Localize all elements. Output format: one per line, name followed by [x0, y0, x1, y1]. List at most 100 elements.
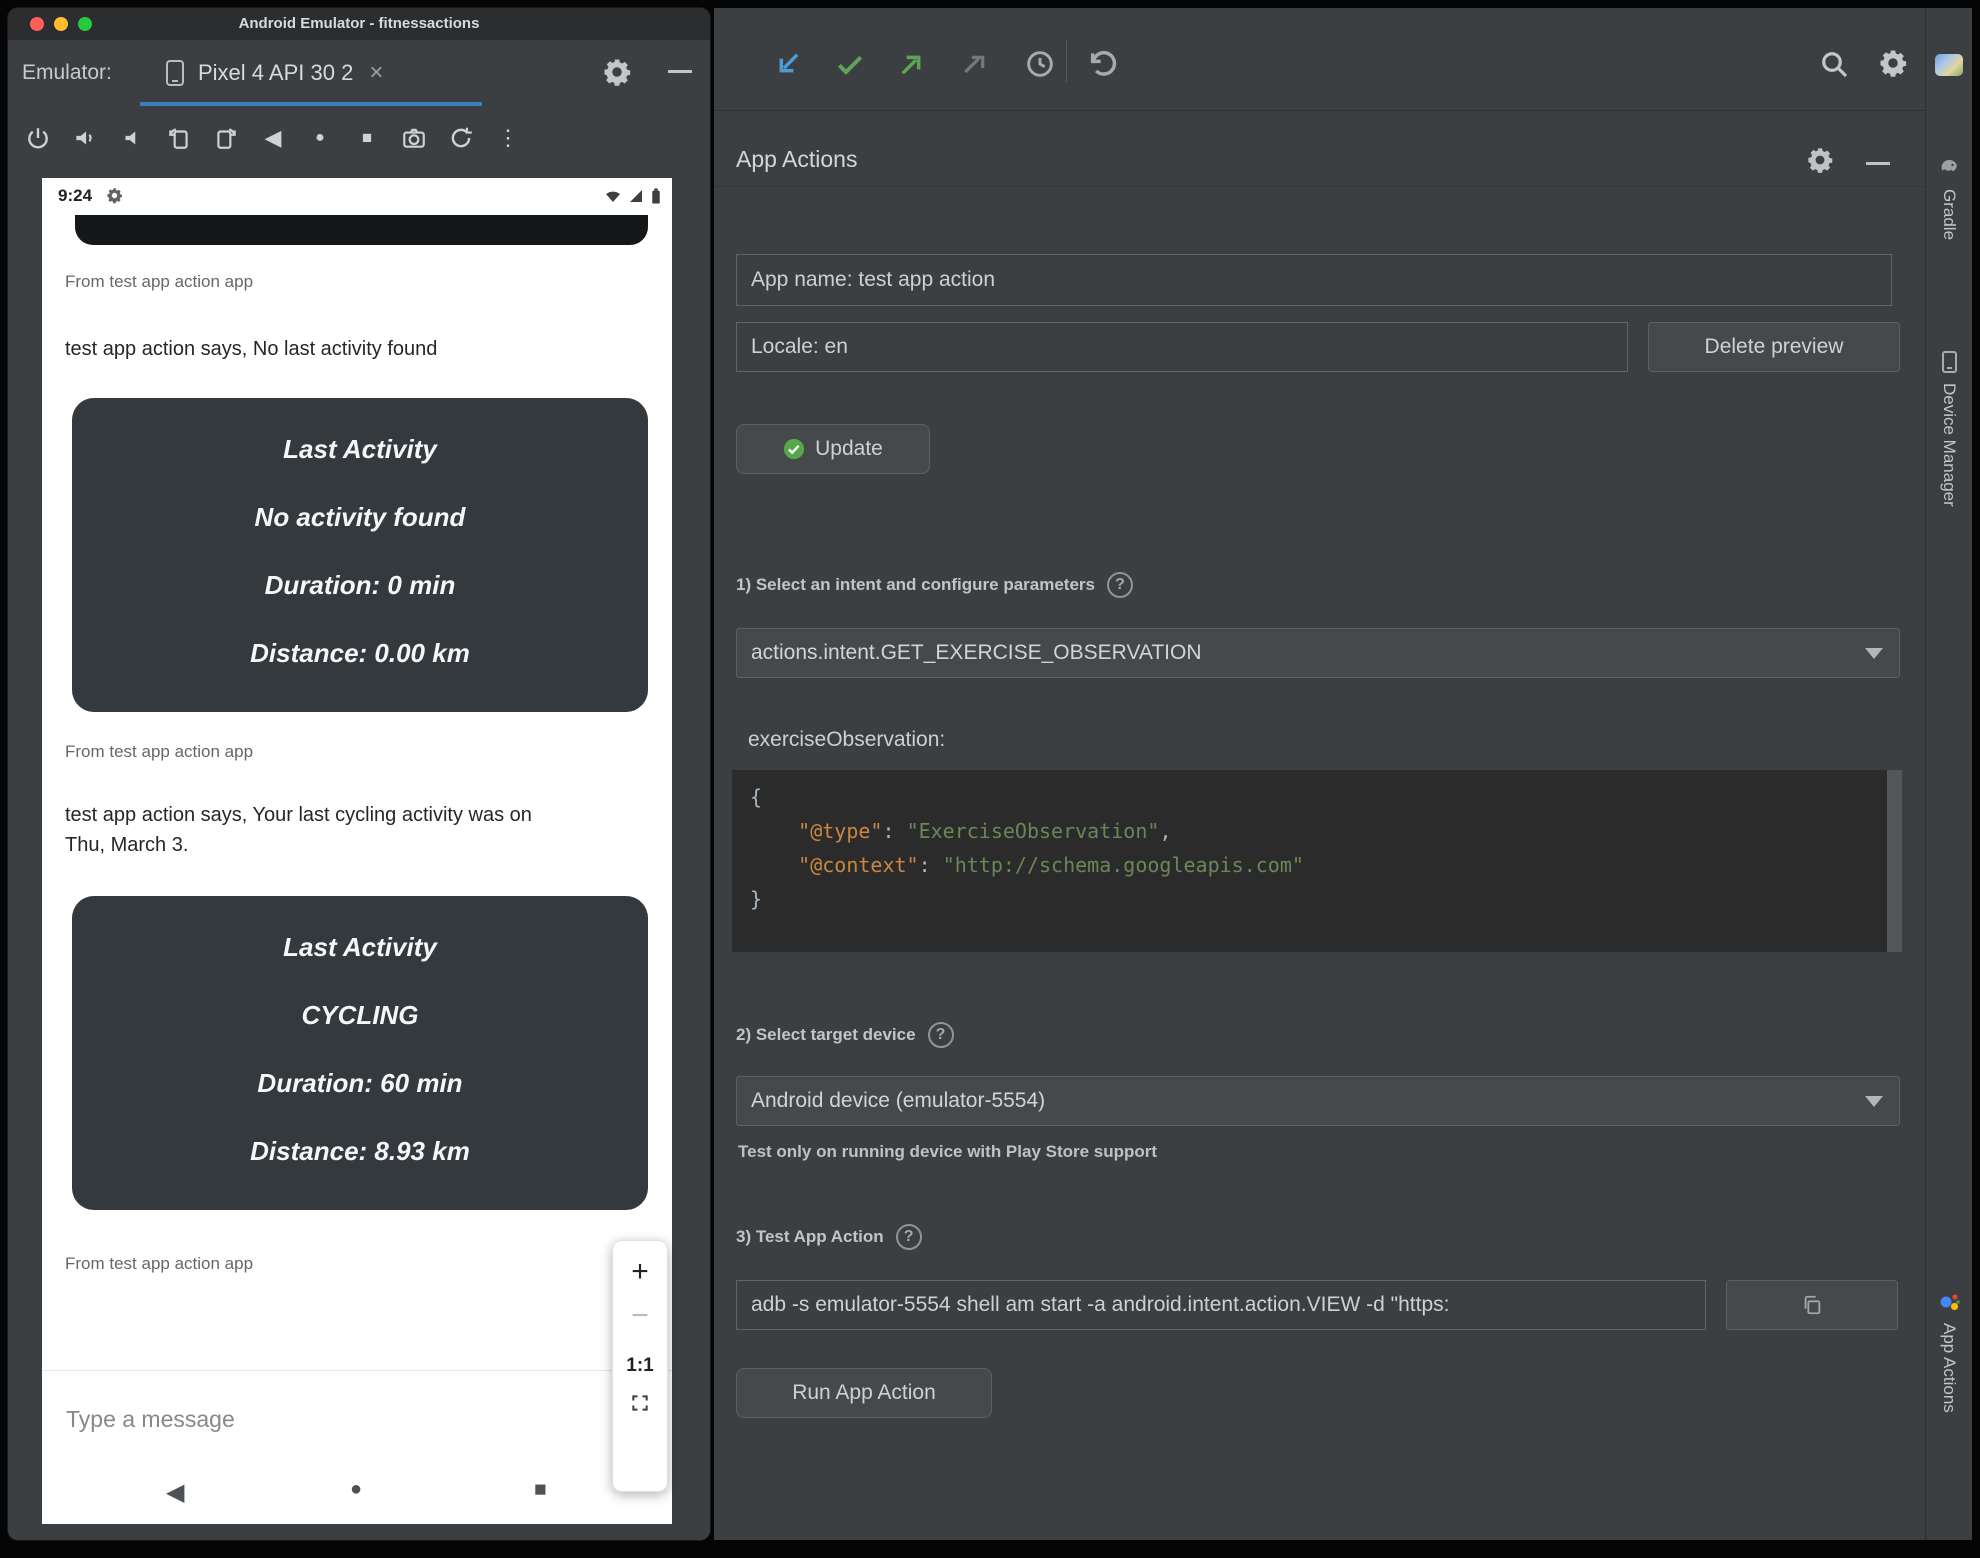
card-distance: Distance: 8.93 km — [250, 1136, 470, 1166]
tool-window-strip: Gradle Device Manager App Actions — [1925, 8, 1972, 1540]
target-device-value: Android device (emulator-5554) — [751, 1089, 1046, 1112]
code-json-value: "http://schema.googleapis.com" — [942, 853, 1304, 877]
panel-gear-icon[interactable] — [1806, 146, 1834, 174]
sidebar-label: Device Manager — [1940, 383, 1959, 507]
zoom-out-button[interactable]: − — [613, 1301, 667, 1331]
locale-field[interactable]: Locale: en — [736, 322, 1628, 372]
assistant-message: test app action says, No last activity f… — [65, 338, 438, 360]
history-clock-icon[interactable] — [1024, 48, 1056, 80]
help-icon[interactable]: ? — [1106, 572, 1133, 598]
card-title: Last Activity — [283, 434, 437, 464]
activity-card: Last Activity CYCLING Duration: 60 min D… — [72, 896, 648, 1210]
nav-back-button[interactable]: ◀ — [166, 1478, 184, 1507]
sidebar-label: App Actions — [1940, 1323, 1959, 1413]
message-input-placeholder[interactable]: Type a message — [66, 1406, 235, 1433]
assistant-icon — [1937, 1292, 1961, 1314]
nav-recents-button[interactable]: ■ — [534, 1478, 547, 1502]
target-device-dropdown[interactable]: Android device (emulator-5554) — [736, 1076, 1900, 1126]
step2-section-label: 2) Select target device ? — [736, 1022, 954, 1048]
nav-home-button[interactable]: ● — [350, 1478, 362, 1501]
chevron-down-icon — [1865, 648, 1883, 659]
help-icon[interactable]: ? — [927, 1022, 954, 1048]
adb-command-field[interactable]: adb -s emulator-5554 shell am start -a a… — [736, 1280, 1706, 1330]
snapshot-restore-icon[interactable] — [447, 124, 475, 152]
undo-icon[interactable] — [1086, 48, 1118, 80]
card-duration: Duration: 60 min — [257, 1068, 463, 1098]
emulator-tabbar: Emulator: Pixel 4 API 30 2 × — [8, 40, 710, 106]
emulator-controls-toolbar: ◀ ● ■ ⋮ — [8, 106, 710, 170]
macos-minimize-button[interactable] — [54, 17, 68, 31]
copy-command-button[interactable] — [1726, 1280, 1898, 1330]
tab-label: Pixel 4 API 30 2 — [198, 60, 354, 85]
app-actions-tool-window: App Actions App name: test app action Lo… — [714, 110, 1926, 1540]
panel-header: App Actions — [714, 110, 1926, 187]
code-json-key: "@type" — [798, 819, 883, 843]
card-distance: Distance: 0.00 km — [250, 638, 470, 668]
code-line: } — [750, 887, 763, 911]
chevron-down-icon — [1865, 1096, 1883, 1107]
step1-text: 1) Select an intent and configure parame… — [736, 575, 1095, 594]
panel-hide-icon[interactable] — [1866, 162, 1890, 165]
device-hint-text: Test only on running device with Play St… — [738, 1142, 1158, 1161]
step3-section-label: 3) Test App Action ? — [736, 1224, 922, 1250]
more-kebab-icon[interactable]: ⋮ — [494, 124, 522, 152]
scrolled-card-remnant — [75, 215, 648, 245]
profile-avatar[interactable] — [1935, 54, 1963, 76]
device-phone-icon — [164, 59, 186, 87]
card-duration: Duration: 0 min — [264, 570, 456, 600]
settings-gear-icon[interactable] — [1878, 48, 1908, 78]
sidebar-label: Gradle — [1940, 189, 1959, 241]
toolbar-separator — [1066, 40, 1067, 82]
back-icon[interactable]: ◀ — [259, 124, 287, 152]
panel-title: App Actions — [736, 146, 858, 172]
step1-section-label: 1) Select an intent and configure parame… — [736, 572, 1133, 598]
message-source-label: From test app action app — [65, 272, 254, 291]
update-button[interactable]: Update — [736, 424, 930, 474]
zoom-ratio-button[interactable]: 1:1 — [613, 1355, 667, 1377]
zoom-controls-panel: + − 1:1 — [612, 1240, 668, 1492]
close-tab-icon[interactable]: × — [369, 61, 383, 85]
intent-dropdown[interactable]: actions.intent.GET_EXERCISE_OBSERVATION — [736, 628, 1900, 678]
emulator-settings-gear-icon[interactable] — [602, 57, 632, 87]
battery-icon — [652, 188, 660, 204]
power-icon[interactable] — [24, 124, 52, 152]
overview-icon[interactable]: ■ — [353, 124, 381, 152]
macos-close-button[interactable] — [30, 17, 44, 31]
sidebar-item-gradle[interactable]: Gradle — [1926, 156, 1972, 240]
volume-up-icon[interactable] — [71, 124, 99, 152]
intent-parameters-editor[interactable]: { "@type": "ExerciseObservation", "@cont… — [732, 770, 1902, 952]
screenshot-camera-icon[interactable] — [400, 124, 428, 152]
rotate-right-icon[interactable] — [212, 124, 240, 152]
help-icon[interactable]: ? — [895, 1224, 922, 1250]
zoom-in-button[interactable]: + — [613, 1257, 667, 1287]
arrow-step-icon[interactable] — [960, 48, 992, 80]
gradle-icon — [1937, 156, 1961, 180]
home-icon[interactable]: ● — [306, 124, 334, 152]
sidebar-item-app-actions[interactable]: App Actions — [1926, 1292, 1972, 1413]
app-name-field[interactable]: App name: test app action — [736, 254, 1892, 306]
volume-down-icon[interactable] — [118, 124, 146, 152]
message-source-label: From test app action app — [65, 742, 254, 761]
check-icon[interactable] — [834, 48, 866, 80]
card-activity: CYCLING — [301, 1000, 419, 1030]
emulator-window: Android Emulator - fitnessactions Emulat… — [8, 8, 710, 1540]
rotate-left-icon[interactable] — [165, 124, 193, 152]
android-studio-panel: Gradle Device Manager App Actions App Ac… — [714, 8, 1972, 1540]
search-icon[interactable] — [1818, 48, 1850, 80]
arrow-upright-icon[interactable] — [896, 48, 928, 80]
fullscreen-button[interactable] — [630, 1393, 650, 1413]
card-title: Last Activity — [283, 932, 437, 962]
arrow-downleft-icon[interactable] — [772, 48, 804, 80]
editor-scrollbar[interactable] — [1887, 770, 1902, 952]
panel-minimize-icon[interactable] — [668, 70, 692, 73]
wifi-icon — [606, 191, 620, 202]
status-time: 9:24 — [58, 186, 93, 205]
studio-toolbar — [714, 8, 1926, 111]
run-app-action-button[interactable]: Run App Action — [736, 1368, 992, 1418]
tab-pixel4-api30[interactable]: Pixel 4 API 30 2 × — [140, 40, 482, 106]
code-line: { — [750, 785, 763, 809]
delete-preview-button[interactable]: Delete preview — [1648, 322, 1900, 372]
activity-card: Last Activity No activity found Duration… — [72, 398, 648, 712]
macos-zoom-button[interactable] — [78, 17, 92, 31]
sidebar-item-device-manager[interactable]: Device Manager — [1926, 350, 1972, 507]
